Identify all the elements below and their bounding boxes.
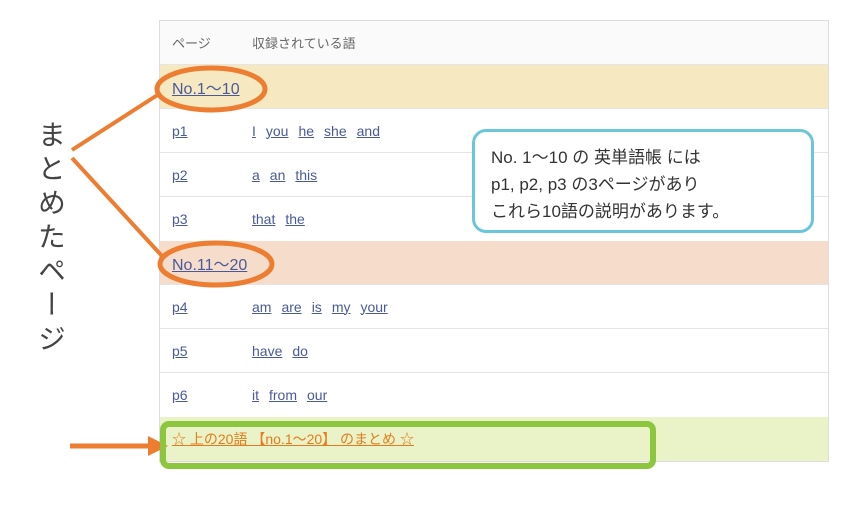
header-page: ページ [160, 25, 240, 60]
words-cell: havedo [240, 335, 828, 367]
word-link[interactable]: our [307, 387, 327, 403]
words-cell: itfromour [240, 379, 828, 411]
balloon-line-1: No. 1～10 の 英単語帳 には [491, 144, 795, 171]
word-link[interactable]: I [252, 123, 256, 139]
word-link[interactable]: my [332, 299, 351, 315]
connector-line-2 [72, 158, 162, 256]
word-link[interactable]: have [252, 343, 282, 359]
word-link[interactable]: you [266, 123, 289, 139]
words-cell: amareismyyour [240, 291, 828, 323]
word-link[interactable]: am [252, 299, 271, 315]
star-icon: ☆ [400, 431, 414, 447]
info-balloon: No. 1～10 の 英単語帳 には p1, p2, p3 の3ページがあり こ… [472, 129, 814, 233]
balloon-line-3: これら10語の説明があります。 [491, 198, 795, 225]
word-link[interactable]: and [357, 123, 380, 139]
word-link[interactable]: the [285, 211, 304, 227]
page-link[interactable]: p5 [172, 343, 188, 359]
word-link[interactable]: a [252, 167, 260, 183]
word-link[interactable]: it [252, 387, 259, 403]
word-link[interactable]: are [281, 299, 301, 315]
word-link[interactable]: an [270, 167, 286, 183]
section-row-1: No.1～10 [160, 65, 828, 109]
connector-line-1 [72, 94, 159, 150]
word-link[interactable]: do [292, 343, 308, 359]
word-link[interactable]: your [360, 299, 387, 315]
word-link[interactable]: he [298, 123, 314, 139]
summary-wrapper: ☆ 上の20語 【no.1～20】 のまとめ ☆ [160, 429, 414, 449]
page-link[interactable]: p3 [172, 211, 188, 227]
summary-row: ☆ 上の20語 【no.1～20】 のまとめ ☆ [160, 417, 828, 461]
table-header-row: ページ 収録されている語 [160, 21, 828, 65]
page-link[interactable]: p4 [172, 299, 188, 315]
vocab-table: ページ 収録されている語 No.1～10 p1 Iyouhesheand p2 aan… [159, 20, 829, 462]
header-words: 収録されている語 [240, 25, 828, 60]
table-row: p4 amareismyyour [160, 285, 828, 329]
balloon-line-2: p1, p2, p3 の3ページがあり [491, 171, 795, 198]
side-vertical-label: まとめたページ [30, 120, 70, 358]
summary-link[interactable]: 上の20語 【no.1～20】 のまとめ [190, 431, 396, 447]
word-link[interactable]: is [312, 299, 322, 315]
page-link[interactable]: p2 [172, 167, 188, 183]
section-row-2: No.11～20 [160, 241, 828, 285]
page-link[interactable]: p6 [172, 387, 188, 403]
word-link[interactable]: she [324, 123, 347, 139]
table-row: p5 havedo [160, 329, 828, 373]
page-link[interactable]: p1 [172, 123, 188, 139]
arrow-to-summary [70, 436, 168, 456]
word-link[interactable]: from [269, 387, 297, 403]
word-link[interactable]: this [295, 167, 317, 183]
word-link[interactable]: that [252, 211, 275, 227]
star-icon: ☆ [172, 431, 186, 447]
section-link-11-20[interactable]: No.11～20 [160, 251, 247, 275]
section-link-1-10[interactable]: No.1～10 [160, 75, 240, 99]
table-row: p6 itfromour [160, 373, 828, 417]
